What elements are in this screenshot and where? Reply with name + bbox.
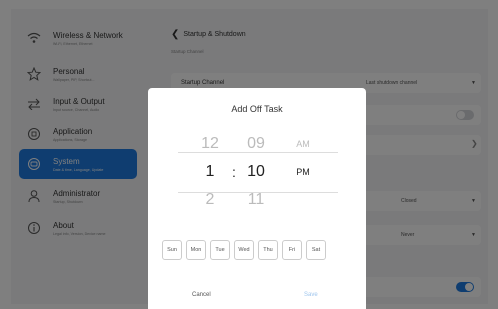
add-off-task-dialog: Add Off Task 12 1 2 : 09 10 11 AM PM Sun… <box>148 88 366 309</box>
save-button[interactable]: Save <box>304 292 318 298</box>
ampm-prev: AM <box>296 139 310 149</box>
hour-prev: 12 <box>201 135 219 152</box>
hour-current: 1 <box>205 163 215 180</box>
day-tue[interactable]: Tue <box>210 240 230 260</box>
day-sun[interactable]: Sun <box>162 240 182 260</box>
ampm-wheel[interactable]: AM PM <box>288 130 318 186</box>
minute-wheel[interactable]: 09 10 11 <box>238 130 274 214</box>
day-wed[interactable]: Wed <box>234 240 254 260</box>
dialog-title: Add Off Task <box>231 104 283 114</box>
minute-next: 11 <box>247 191 265 208</box>
day-sat[interactable]: Sat <box>306 240 326 260</box>
time-picker: 12 1 2 : 09 10 11 AM PM <box>164 130 350 216</box>
time-separator: : <box>232 164 236 180</box>
hour-wheel[interactable]: 12 1 2 <box>192 130 228 214</box>
minute-prev: 09 <box>247 135 265 152</box>
day-thu[interactable]: Thu <box>258 240 278 260</box>
day-mon[interactable]: Mon <box>186 240 206 260</box>
weekday-selector: Sun Mon Tue Wed Thu Fri Sat <box>162 240 326 260</box>
cancel-button[interactable]: Cancel <box>192 292 211 298</box>
hour-next: 2 <box>205 191 215 208</box>
minute-current: 10 <box>247 163 265 180</box>
ampm-current: PM <box>296 167 310 177</box>
day-fri[interactable]: Fri <box>282 240 302 260</box>
